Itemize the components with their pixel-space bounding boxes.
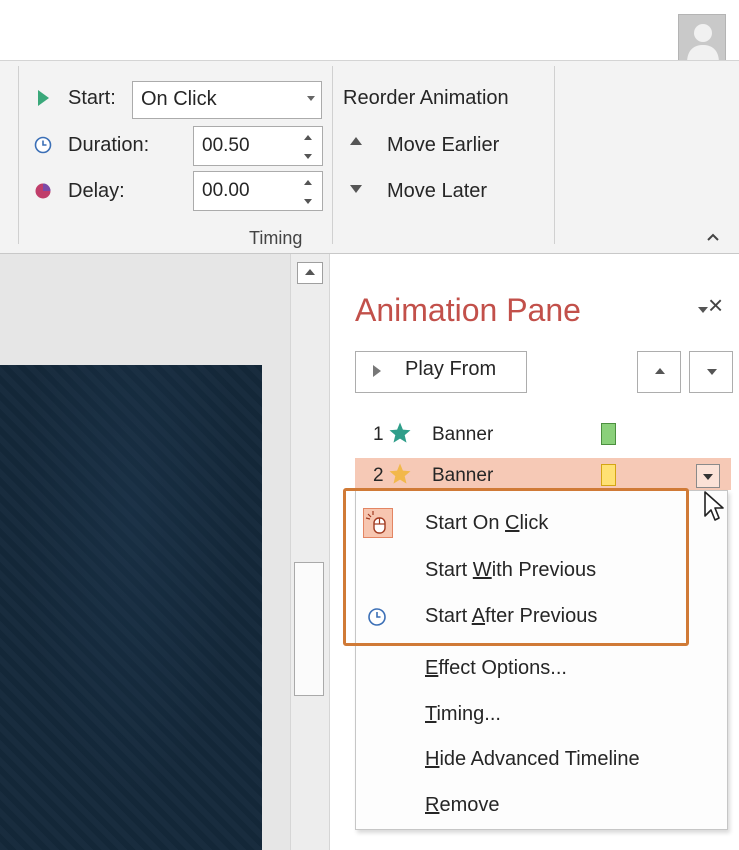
move-up-button[interactable] [637,351,681,393]
scroll-up-button[interactable] [297,262,323,284]
move-down-button[interactable] [689,351,733,393]
star-icon [389,422,411,443]
divider [18,66,19,244]
close-icon[interactable]: × [708,290,723,321]
spin-up-icon[interactable] [304,180,312,185]
pane-options-icon[interactable] [698,307,708,313]
duration-label: Duration: [68,134,150,156]
delay-label: Delay: [68,180,125,202]
delay-icon [35,183,51,199]
timing-group-label: Timing [249,228,303,248]
arrow-up-icon [655,368,665,374]
duration-spinner[interactable]: 00.50 [193,126,323,166]
chevron-down-icon [307,96,315,101]
spin-down-icon[interactable] [304,199,312,204]
menu-item-remove[interactable]: Remove [425,794,499,817]
menu-item-effect-options[interactable]: Effect Options... [425,657,567,680]
divider [332,66,333,244]
arrow-down-icon [350,185,362,193]
move-earlier-button[interactable]: Move Earlier [387,134,499,157]
pane-title: Animation Pane [355,292,581,328]
delay-spinner[interactable]: 00.00 [193,171,323,211]
play-icon [373,365,381,377]
item-number: 2 [373,465,384,486]
arrow-up-icon [350,137,362,145]
collapse-ribbon-icon[interactable] [706,232,720,242]
clock-icon [34,136,52,154]
person-icon [679,15,725,61]
item-number: 1 [373,424,384,445]
scrollbar-thumb[interactable] [294,562,324,696]
move-later-button[interactable]: Move Later [387,180,487,203]
user-avatar[interactable] [678,14,726,62]
menu-item-timing[interactable]: Timing... [425,703,501,726]
timeline-bar [601,423,616,445]
play-from-label: Play From [405,358,497,380]
start-label: Start: [68,87,116,109]
timeline-bar [601,464,616,486]
divider [554,66,555,244]
start-dropdown[interactable]: On Click [132,81,322,119]
menu-item-hide-advanced-timeline[interactable]: Hide Advanced Timeline [425,748,640,771]
start-dropdown-value: On Click [141,88,217,110]
title-bar-area [0,0,739,60]
reorder-animation-title: Reorder Animation [343,87,509,109]
arrow-up-icon [305,269,315,275]
duration-value: 00.50 [202,135,250,156]
highlight-frame [343,488,689,646]
delay-value: 00.00 [202,180,250,201]
mouse-pointer-icon [704,491,724,521]
slide-thumbnail[interactable] [0,365,262,850]
chevron-down-icon [703,474,713,480]
item-name: Banner [432,424,494,445]
spin-down-icon[interactable] [304,154,312,159]
start-icon [38,90,49,106]
arrow-down-icon [707,369,717,375]
item-dropdown-button[interactable] [696,464,720,488]
item-name: Banner [432,465,494,486]
star-icon [389,463,411,484]
spin-up-icon[interactable] [304,135,312,140]
vertical-scrollbar[interactable] [290,254,330,850]
